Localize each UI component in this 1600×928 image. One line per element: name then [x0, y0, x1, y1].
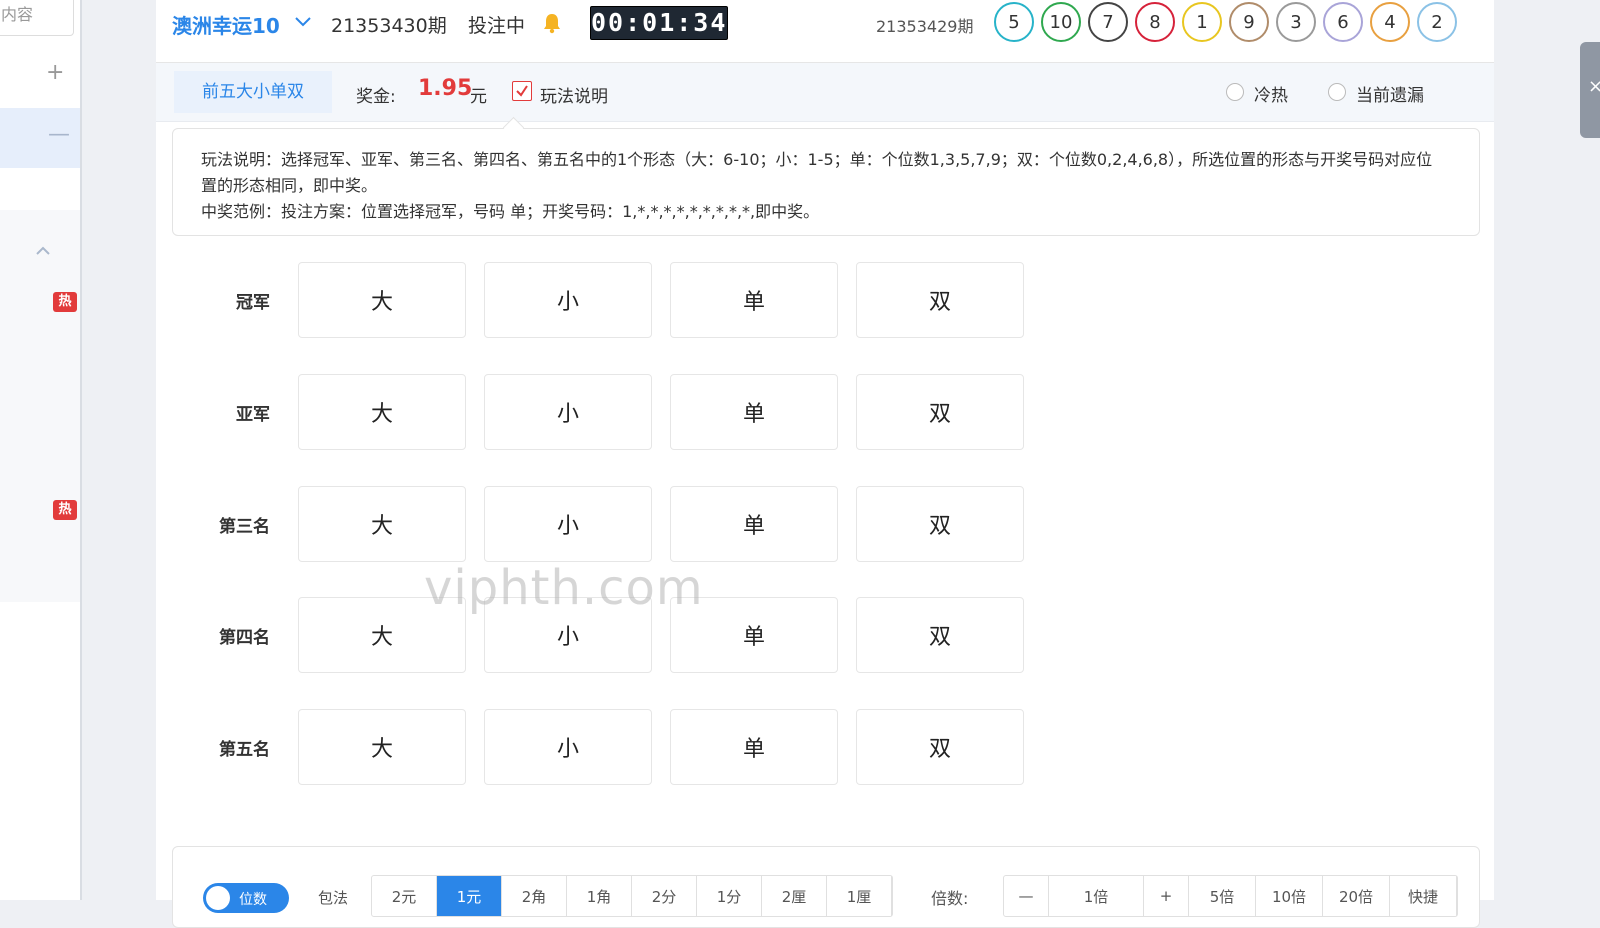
mode-label: 包法: [318, 889, 349, 907]
bet-option-button[interactable]: 双: [856, 486, 1024, 562]
unit-option[interactable]: 1分: [697, 876, 762, 916]
countdown-timer: 00:01:34: [590, 6, 728, 40]
prize-unit: 元: [470, 87, 487, 107]
radio-missing[interactable]: [1328, 83, 1346, 101]
rules-checkbox[interactable]: [512, 81, 532, 101]
bet-option-button[interactable]: 大: [298, 709, 466, 785]
sidebar-divider: [80, 0, 82, 900]
current-issue: 21353430期: [331, 15, 447, 37]
unit-option[interactable]: 2分: [632, 876, 697, 916]
rules-text: 玩法说明：选择冠军、亚军、第三名、第四名、第五名中的1个形态（大：6-10；小：…: [201, 147, 1441, 225]
prize-value: 1.95: [418, 76, 473, 101]
result-ball: 7: [1088, 2, 1128, 42]
unit-selector: 2元 1元 2角 1角 2分 1分 2厘 1厘: [371, 875, 893, 917]
unit-option[interactable]: 2角: [502, 876, 567, 916]
bet-option-button[interactable]: 双: [856, 597, 1024, 673]
bet-option-button[interactable]: 单: [670, 709, 838, 785]
main-panel: 澳洲幸运10 21353430期 投注中 00:01:34 21353429期 …: [156, 0, 1494, 928]
radio-missing-label[interactable]: 当前遗漏: [1356, 81, 1424, 106]
close-icon: ×: [1588, 76, 1600, 97]
bet-option-button[interactable]: 大: [298, 486, 466, 562]
result-ball: 1: [1182, 2, 1222, 42]
multiplier-preset[interactable]: 快捷: [1390, 876, 1457, 916]
left-sidebar: 内容 + — 热 热: [0, 0, 80, 900]
hot-badge: 热: [53, 500, 77, 520]
bet-option-button[interactable]: 单: [670, 374, 838, 450]
bet-option-button[interactable]: 单: [670, 486, 838, 562]
result-ball: 2: [1417, 2, 1457, 42]
digit-toggle[interactable]: 位数: [203, 883, 289, 913]
result-ball: 8: [1135, 2, 1175, 42]
position-label: 第五名: [219, 740, 270, 760]
sidebar-submenu-panel: [0, 210, 80, 602]
position-label: 冠军: [236, 293, 270, 313]
watermark: viphth.com: [424, 560, 704, 616]
rules-example: 中奖范例：投注方案：位置选择冠军，号码 单；开奖号码：1,*,*,*,*,*,*…: [201, 202, 820, 221]
bet-option-button[interactable]: 双: [856, 262, 1024, 338]
multiplier-label: 倍数:: [931, 889, 969, 908]
multiplier-input[interactable]: 1倍: [1049, 876, 1144, 916]
multiplier-control: — 1倍 + 5倍 10倍 20倍 快捷: [1003, 875, 1458, 917]
unit-option[interactable]: 1元: [437, 876, 502, 916]
result-ball: 6: [1323, 2, 1363, 42]
bet-settings-bar: 位数 包法 2元 1元 2角 1角 2分 1分 2厘 1厘 倍数: — 1倍 + 5倍 10倍 2…: [172, 846, 1480, 928]
radio-hot-cold[interactable]: [1226, 83, 1244, 101]
toggle-knob: [206, 886, 230, 910]
hot-badge: 热: [53, 292, 77, 312]
prize-label: 奖金:: [356, 87, 396, 107]
multiplier-presets: 5倍 10倍 20倍 快捷: [1189, 876, 1457, 916]
play-subbar: 前五大小单双 奖金: 1.95 元 玩法说明 冷热 当前遗漏: [156, 63, 1494, 122]
unit-option[interactable]: 2厘: [762, 876, 827, 916]
unit-option[interactable]: 1角: [567, 876, 632, 916]
bet-option-button[interactable]: 双: [856, 709, 1024, 785]
multiplier-minus-button[interactable]: —: [1004, 876, 1049, 916]
bet-option-button[interactable]: 小: [484, 486, 652, 562]
result-ball: 3: [1276, 2, 1316, 42]
position-label: 第三名: [219, 517, 270, 537]
result-ball: 5: [994, 2, 1034, 42]
bet-option-button[interactable]: 大: [298, 374, 466, 450]
collapse-minus-icon[interactable]: —: [48, 124, 70, 146]
expand-plus-icon[interactable]: +: [46, 62, 64, 84]
bet-option-button[interactable]: 小: [484, 262, 652, 338]
result-ball: 9: [1229, 2, 1269, 42]
rules-line: 玩法说明：选择冠军、亚军、第三名、第四名、第五名中的1个形态（大：6-10；小：…: [201, 150, 1433, 195]
toggle-label: 位数: [239, 892, 267, 908]
lottery-name[interactable]: 澳洲幸运10: [172, 10, 280, 39]
rules-toggle-label[interactable]: 玩法说明: [540, 82, 608, 107]
sidebar-search-placeholder: 内容: [1, 5, 34, 24]
position-label: 第四名: [219, 628, 270, 648]
multiplier-preset[interactable]: 5倍: [1189, 876, 1256, 916]
bet-option-button[interactable]: 双: [856, 374, 1024, 450]
radio-hot-cold-label[interactable]: 冷热: [1254, 81, 1288, 106]
sidebar-search-input[interactable]: 内容: [0, 0, 74, 36]
bet-option-button[interactable]: 单: [670, 262, 838, 338]
lottery-header: 澳洲幸运10 21353430期 投注中 00:01:34 21353429期 …: [156, 0, 1494, 63]
bet-option-button[interactable]: 大: [298, 262, 466, 338]
position-label: 亚军: [236, 405, 270, 425]
draw-result-balls: 5 10 7 8 1 9 3 6 4 2: [994, 2, 1457, 42]
chevron-down-icon[interactable]: [294, 14, 312, 30]
unit-option[interactable]: 2元: [372, 876, 437, 916]
multiplier-plus-button[interactable]: +: [1144, 876, 1189, 916]
tab-play-type[interactable]: 前五大小单双: [174, 71, 332, 113]
unit-option[interactable]: 1厘: [827, 876, 892, 916]
multiplier-preset[interactable]: 20倍: [1323, 876, 1390, 916]
result-ball: 4: [1370, 2, 1410, 42]
betting-status: 投注中: [468, 15, 526, 37]
bell-icon: [544, 14, 560, 34]
multiplier-preset[interactable]: 10倍: [1256, 876, 1323, 916]
previous-issue: 21353429期: [876, 17, 974, 36]
result-ball: 10: [1041, 2, 1081, 42]
bet-option-button[interactable]: 小: [484, 709, 652, 785]
bet-option-button[interactable]: 小: [484, 374, 652, 450]
checkmark-icon: [516, 85, 528, 97]
rules-description: 玩法说明：选择冠军、亚军、第三名、第四名、第五名中的1个形态（大：6-10；小：…: [172, 128, 1480, 236]
chevron-up-icon[interactable]: [34, 244, 52, 258]
right-drawer-tab[interactable]: ×: [1580, 42, 1600, 138]
